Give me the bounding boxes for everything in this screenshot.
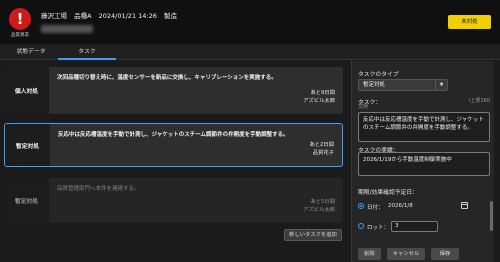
task-due: あと5日間	[310, 199, 335, 205]
task-text-field[interactable]: 反応中は反応槽温度を手動で計測し、ジャケットのスチーム調節弁の弁開度を手動調整す…	[358, 112, 490, 142]
date-radio-label: 日付：	[367, 205, 384, 211]
alert-icon: !	[9, 8, 31, 30]
task-due: あと2日間	[309, 142, 334, 148]
calendar-icon[interactable]	[461, 202, 468, 209]
save-button[interactable]: 保存	[431, 248, 459, 260]
header-status: 製造	[163, 12, 177, 20]
header-bar: ! 品質異常 藤沢工場 品種A 2024/01/21 14:26 製造 未対処	[0, 0, 500, 44]
task-description: 次回品種切り替え時に、温度センサーを新品に交換し、キャリブレーションを実施する。	[57, 75, 277, 81]
lot-radio[interactable]	[358, 223, 364, 229]
tab-bar: 状態データ タスク	[0, 44, 500, 60]
lot-radio-label: ロット：	[367, 225, 390, 231]
redacted-name	[41, 25, 93, 33]
chevron-down-icon: ▼	[435, 80, 447, 90]
date-field[interactable]: 2026/1/8	[388, 203, 413, 209]
task-edit-panel: タスクのタイプ 暫定対処 ▼ タスク： 文例 （上限160 反応中は反応槽温度を…	[351, 61, 494, 262]
date-radio[interactable]	[358, 203, 364, 209]
task-due: あと9日間	[310, 90, 335, 96]
task-description: 反応中は反応槽温度を手動で計測し、ジャケットのスチーム調節弁の弁開度を手動調整す…	[58, 132, 289, 138]
template-link[interactable]: 文例	[358, 103, 368, 110]
lot-input[interactable]: 3	[391, 221, 438, 232]
task-type-value: 暫定対処	[363, 82, 386, 88]
header-datetime: 2024/01/21 14:26	[98, 12, 157, 20]
task-meta: あと2日間 品質花子	[309, 141, 334, 157]
task-type: 暫定対処	[5, 124, 50, 166]
task-card[interactable]: 暫定対処 品質管理部門へ本件を連絡する。 あと5日間 アズビル太郎	[4, 178, 343, 223]
task-card-selected[interactable]: 暫定対処 反応中は反応槽温度を手動で計測し、ジャケットのスチーム調節弁の弁開度を…	[4, 123, 343, 167]
header-info: 藤沢工場 品種A 2024/01/21 14:26 製造	[41, 10, 182, 20]
task-type-label: タスクのタイプ	[358, 72, 399, 78]
task-type-select[interactable]: 暫定対処 ▼	[358, 79, 448, 91]
result-text-field[interactable]: 2026/1/19から手動温度制御実施中	[358, 152, 490, 176]
task-type: 暫定対処	[4, 178, 49, 223]
task-meta: あと5日間 アズビル太郎	[303, 198, 335, 214]
char-limit: （上限160	[465, 98, 490, 104]
task-type: 個人対処	[4, 67, 49, 114]
task-meta: あと9日間 アズビル太郎	[303, 89, 335, 105]
task-assignee: アズビル太郎	[303, 98, 335, 104]
task-assignee: アズビル太郎	[303, 207, 335, 213]
cancel-button[interactable]: キャンセル	[387, 248, 425, 260]
task-description: 品質管理部門へ本件を連絡する。	[57, 186, 140, 192]
deadline-label: 期限/効果確認予定日：	[358, 190, 418, 196]
add-task-button[interactable]: 新しいタスクを追加	[284, 229, 342, 241]
unhandled-button[interactable]: 未対処	[448, 15, 491, 29]
product-name: 品種A	[74, 12, 92, 20]
task-assignee: 品質花子	[312, 150, 334, 156]
delete-button[interactable]: 削除	[358, 248, 381, 260]
alert-caption: 品質異常	[11, 33, 29, 38]
scrollbar[interactable]	[490, 201, 493, 231]
tab-tasks[interactable]: タスク	[58, 44, 116, 60]
task-card[interactable]: 個人対処 次回品種切り替え時に、温度センサーを新品に交換し、キャリブレーションを…	[4, 67, 343, 114]
tab-status-data[interactable]: 状態データ	[8, 44, 54, 60]
factory-name: 藤沢工場	[41, 12, 67, 20]
